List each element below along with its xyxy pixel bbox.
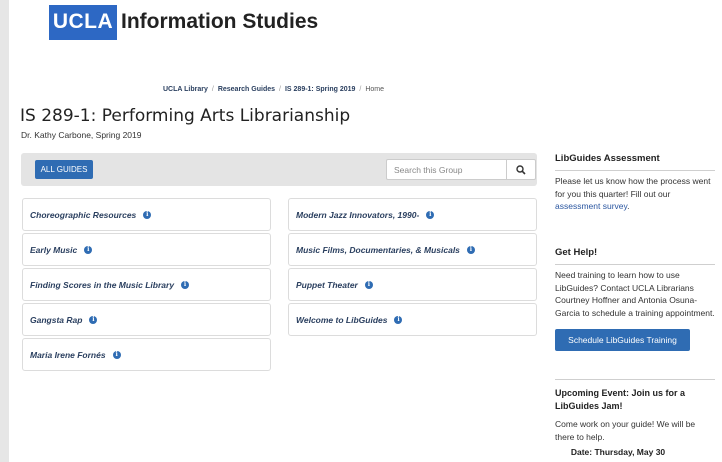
search-icon	[516, 164, 526, 175]
info-icon[interactable]: i	[364, 280, 373, 289]
event-heading: Upcoming Event: Join us for a LibGuides …	[555, 388, 686, 411]
guide-list-right: Modern Jazz Innovators, 1990- i Music Fil…	[288, 198, 537, 338]
help-text: Need training to learn how to use LibGui…	[555, 270, 715, 318]
list-item: Music Films, Documentaries, & Musicals i	[288, 233, 537, 266]
logo-text: Information Studies	[121, 10, 319, 33]
all-guides-button[interactable]: ALL GUIDES	[35, 160, 93, 179]
guide-list-left: Choreographic Resources i Early Music i Fi…	[22, 198, 271, 373]
guide-link[interactable]: Maria Irene Fornés	[30, 350, 106, 360]
list-item: Maria Irene Fornés i	[22, 338, 271, 371]
ucla-logo-mark: UCLA	[49, 4, 117, 40]
assessment-text: Please let us know how the process went …	[555, 175, 715, 213]
info-icon[interactable]: i	[112, 350, 121, 359]
assessment-box: LibGuides Assessment Please let us know …	[555, 153, 715, 213]
assessment-text-end: .	[627, 201, 630, 211]
divider	[555, 264, 715, 265]
group-toolbar: ALL GUIDES	[21, 153, 537, 186]
info-icon[interactable]: i	[394, 315, 403, 324]
search-input[interactable]	[386, 159, 507, 180]
breadcrumb-separator: /	[279, 86, 281, 93]
list-item: Finding Scores in the Music Library i	[22, 268, 271, 301]
guide-link[interactable]: Modern Jazz Innovators, 1990-	[296, 210, 419, 220]
help-box: Get Help! Need training to learn how to …	[555, 247, 715, 351]
list-item: Modern Jazz Innovators, 1990- i	[288, 198, 537, 231]
list-item: Early Music i	[22, 233, 271, 266]
list-item: Gangsta Rap i	[22, 303, 271, 336]
schedule-training-button[interactable]: Schedule LibGuides Training	[555, 329, 690, 351]
help-heading: Get Help!	[555, 247, 598, 258]
guide-link[interactable]: Gangsta Rap	[30, 315, 82, 325]
site-logo[interactable]: UCLA Information Studies	[49, 4, 318, 40]
guide-link[interactable]: Welcome to LibGuides	[296, 315, 387, 325]
breadcrumb-separator: /	[211, 86, 214, 93]
guide-link[interactable]: Puppet Theater	[296, 280, 358, 290]
guide-link[interactable]: Choreographic Resources	[30, 210, 136, 220]
guide-link[interactable]: Music Films, Documentaries, & Musicals	[296, 245, 460, 255]
page-title: IS 289-1: Performing Arts Librarianship	[20, 106, 351, 126]
event-text: Come work on your guide! We will be ther…	[555, 419, 696, 442]
info-icon[interactable]: i	[84, 245, 93, 254]
assessment-text-body: Please let us know how the process went …	[555, 176, 711, 199]
guide-link[interactable]: Finding Scores in the Music Library	[30, 280, 174, 290]
guide-link[interactable]: Early Music	[30, 245, 77, 255]
info-icon[interactable]: i	[466, 245, 475, 254]
left-edge-bar	[0, 0, 9, 462]
info-icon[interactable]: i	[89, 315, 98, 324]
breadcrumb: UCLA Library / Research Guides / IS 289-1: S…	[163, 86, 384, 93]
breadcrumb-ucla-library[interactable]: UCLA Library	[163, 86, 208, 93]
event-date: Date: Thursday, May 30	[570, 447, 666, 457]
breadcrumb-current: Home	[365, 86, 385, 93]
assessment-survey-link[interactable]: assessment survey	[555, 201, 627, 211]
page-subtitle: Dr. Kathy Carbone, Spring 2019	[21, 130, 142, 140]
breadcrumb-guide-group[interactable]: IS 289-1: Spring 2019	[285, 86, 355, 93]
search-button[interactable]	[507, 159, 536, 180]
info-icon[interactable]: i	[426, 210, 435, 219]
divider	[555, 170, 715, 171]
info-icon[interactable]: i	[181, 280, 190, 289]
divider	[555, 379, 715, 380]
breadcrumb-research-guides[interactable]: Research Guides	[218, 86, 275, 93]
group-search	[386, 159, 536, 180]
assessment-heading: LibGuides Assessment	[555, 153, 660, 164]
info-icon[interactable]: i	[143, 210, 152, 219]
list-item: Choreographic Resources i	[22, 198, 271, 231]
event-box: Upcoming Event: Join us for a LibGuides …	[555, 387, 715, 457]
list-item: Puppet Theater i	[288, 268, 537, 301]
list-item: Welcome to LibGuides i	[288, 303, 537, 336]
breadcrumb-separator: /	[359, 86, 362, 93]
